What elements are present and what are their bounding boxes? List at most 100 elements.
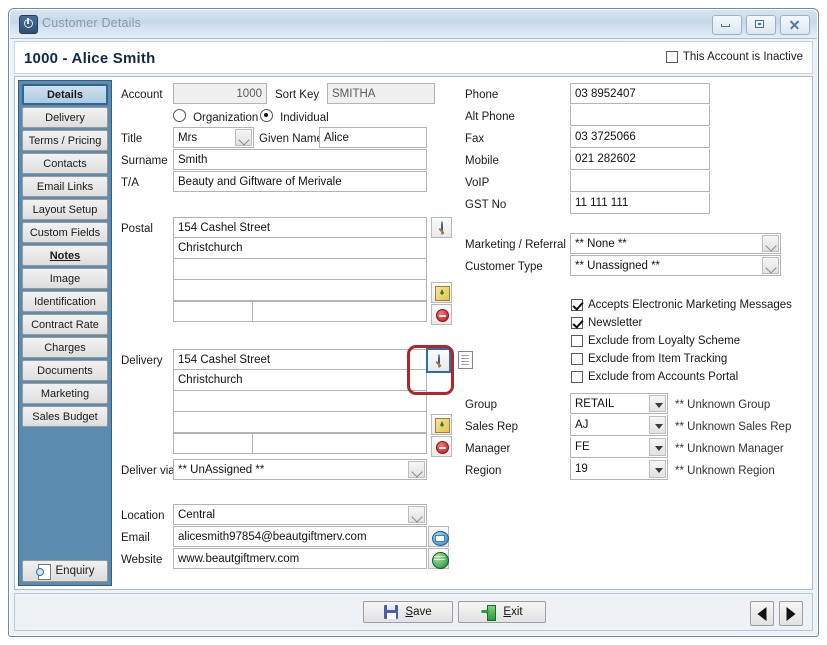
chevron-down-icon[interactable] <box>649 438 666 456</box>
delivery-copy-button[interactable] <box>455 349 476 370</box>
given-name-input[interactable]: Alice <box>319 127 427 148</box>
map-pin-icon <box>435 286 450 301</box>
next-record-button[interactable] <box>779 601 803 626</box>
contact-input-fax[interactable]: 03 3725066 <box>570 127 710 148</box>
delivery-address-line-2-input[interactable]: Christchurch <box>173 370 427 391</box>
previous-record-button[interactable] <box>750 601 774 626</box>
postal-address-line-1-input[interactable]: 154 Cashel Street <box>173 217 427 238</box>
chevron-down-icon[interactable] <box>235 129 252 146</box>
chevron-down-icon[interactable] <box>762 235 779 252</box>
checkbox-exclude-from-accounts-portal[interactable]: Exclude from Accounts Portal <box>571 371 738 383</box>
sidebar-item-charges[interactable]: Charges <box>22 337 108 358</box>
delivery-address-line-3-input[interactable] <box>173 391 427 412</box>
inactive-account-checkbox[interactable]: This Account is Inactive <box>665 51 803 63</box>
sidebar-item-notes[interactable]: Notes <box>22 245 108 266</box>
enquiry-button[interactable]: Enquiry <box>22 560 108 582</box>
postal-map-button[interactable] <box>431 282 452 303</box>
close-icon <box>781 16 809 34</box>
delivery-clear-button[interactable] <box>431 436 452 457</box>
chevron-down-icon[interactable] <box>762 257 779 274</box>
contact-input-voip[interactable] <box>570 171 710 192</box>
checkbox-box[interactable] <box>571 335 583 347</box>
checkbox-exclude-from-item-tracking[interactable]: Exclude from Item Tracking <box>571 353 727 365</box>
trading-as-input[interactable]: Beauty and Giftware of Merivale <box>173 171 427 192</box>
sidebar-item-contract-rate[interactable]: Contract Rate <box>22 314 108 335</box>
postal-clear-button[interactable] <box>431 304 452 325</box>
sidebar-item-sales-budget[interactable]: Sales Budget <box>22 406 108 427</box>
send-email-button[interactable] <box>428 526 449 547</box>
chevron-down-icon[interactable] <box>649 460 666 478</box>
sidebar-item-marketing[interactable]: Marketing <box>22 383 108 404</box>
delivery-map-button[interactable] <box>431 414 452 435</box>
minimize-button[interactable] <box>712 15 742 35</box>
mail-icon <box>431 530 449 546</box>
chevron-down-icon[interactable] <box>408 506 425 523</box>
delivery-address-line-4-input[interactable] <box>173 412 427 433</box>
checkbox-box[interactable] <box>571 317 583 329</box>
website-input[interactable]: www.beautgiftmerv.com <box>173 548 427 569</box>
postal-address-line-3-input[interactable] <box>173 259 427 280</box>
surname-input[interactable]: Smith <box>173 149 427 170</box>
sidebar-item-image[interactable]: Image <box>22 268 108 289</box>
sidebar-item-delivery[interactable]: Delivery <box>22 107 108 128</box>
email-input[interactable]: alicesmith97854@beautgiftmerv.com <box>173 526 427 547</box>
sidebar-item-documents[interactable]: Documents <box>22 360 108 381</box>
save-button[interactable]: Save <box>363 601 453 623</box>
sidebar-item-terms-pricing[interactable]: Terms / Pricing <box>22 130 108 151</box>
checkbox-label: Exclude from Item Tracking <box>588 353 728 365</box>
delivery-address-search-button[interactable] <box>426 348 451 373</box>
sidebar-item-layout-setup[interactable]: Layout Setup <box>22 199 108 220</box>
organization-radio[interactable]: Organization <box>173 109 258 124</box>
contact-input-alt-phone[interactable] <box>570 105 710 126</box>
close-button[interactable] <box>780 15 810 35</box>
postal-address-line-2-input[interactable]: Christchurch <box>173 238 427 259</box>
individual-radio-dot[interactable] <box>260 109 273 122</box>
sidebar-item-details[interactable]: Details <box>22 84 108 105</box>
assignment-select-manager[interactable]: FE <box>570 437 668 458</box>
deliver-via-select[interactable]: ** UnAssigned ** <box>173 459 427 480</box>
chevron-down-icon[interactable] <box>408 461 425 478</box>
delivery-address-line-1-input[interactable]: 154 Cashel Street <box>173 349 427 370</box>
sidebar-item-identification[interactable]: Identification <box>22 291 108 312</box>
page-title: 1000 - Alice Smith <box>24 50 156 67</box>
open-website-button[interactable] <box>428 548 449 569</box>
assignment-select-region[interactable]: 19 <box>570 459 668 480</box>
checkbox-accepts-electronic-marketing-messages[interactable]: Accepts Electronic Marketing Messages <box>571 299 792 311</box>
postal-address-search-button[interactable] <box>431 217 452 238</box>
checkbox-exclude-from-loyalty-scheme[interactable]: Exclude from Loyalty Scheme <box>571 335 740 347</box>
sidebar-item-label: Identification <box>34 295 96 308</box>
checkbox-box[interactable] <box>571 371 583 383</box>
postal-address-line-4-input[interactable] <box>173 280 427 301</box>
sidebar-item-label: Charges <box>44 341 86 354</box>
chevron-down-icon[interactable] <box>649 416 666 434</box>
inactive-checkbox-box[interactable] <box>665 51 678 63</box>
contact-input-phone[interactable]: 03 8952407 <box>570 83 710 104</box>
assignment-label-sales-rep: Sales Rep <box>465 421 519 433</box>
checkbox-box[interactable] <box>571 353 583 365</box>
contact-input-gst-no[interactable]: 11 111 111 <box>570 193 710 214</box>
delivery-address-postcode-input[interactable] <box>173 433 253 454</box>
postal-address-country-input[interactable] <box>253 301 427 322</box>
assignment-note-manager: ** Unknown Manager <box>675 443 784 455</box>
organization-radio-dot[interactable] <box>173 109 186 122</box>
assignment-select-sales-rep[interactable]: AJ <box>570 415 668 436</box>
sidebar-item-email-links[interactable]: Email Links <box>22 176 108 197</box>
customer-type-select[interactable]: ** Unassigned ** <box>570 255 781 276</box>
checkbox-box[interactable] <box>571 299 583 311</box>
location-select[interactable]: Central <box>173 504 427 525</box>
sidebar-item-custom-fields[interactable]: Custom Fields <box>22 222 108 243</box>
individual-radio[interactable]: Individual <box>260 109 329 124</box>
checkbox-newsletter[interactable]: Newsletter <box>571 317 642 329</box>
chevron-down-icon[interactable] <box>649 395 666 412</box>
assignment-select-group[interactable]: RETAIL <box>570 393 668 414</box>
title-select[interactable]: Mrs <box>173 127 254 148</box>
restore-button[interactable] <box>746 15 776 35</box>
customer-details-window: Customer Details 1000 - Alice Smith This… <box>8 8 819 637</box>
organization-radio-label: Organization <box>193 112 259 124</box>
contact-input-mobile[interactable]: 021 282602 <box>570 149 710 170</box>
sidebar-item-contacts[interactable]: Contacts <box>22 153 108 174</box>
postal-address-postcode-input[interactable] <box>173 301 253 322</box>
marketing-referral-select[interactable]: ** None ** <box>570 233 781 254</box>
exit-button[interactable]: Exit <box>458 601 546 623</box>
delivery-address-country-input[interactable] <box>253 433 427 454</box>
